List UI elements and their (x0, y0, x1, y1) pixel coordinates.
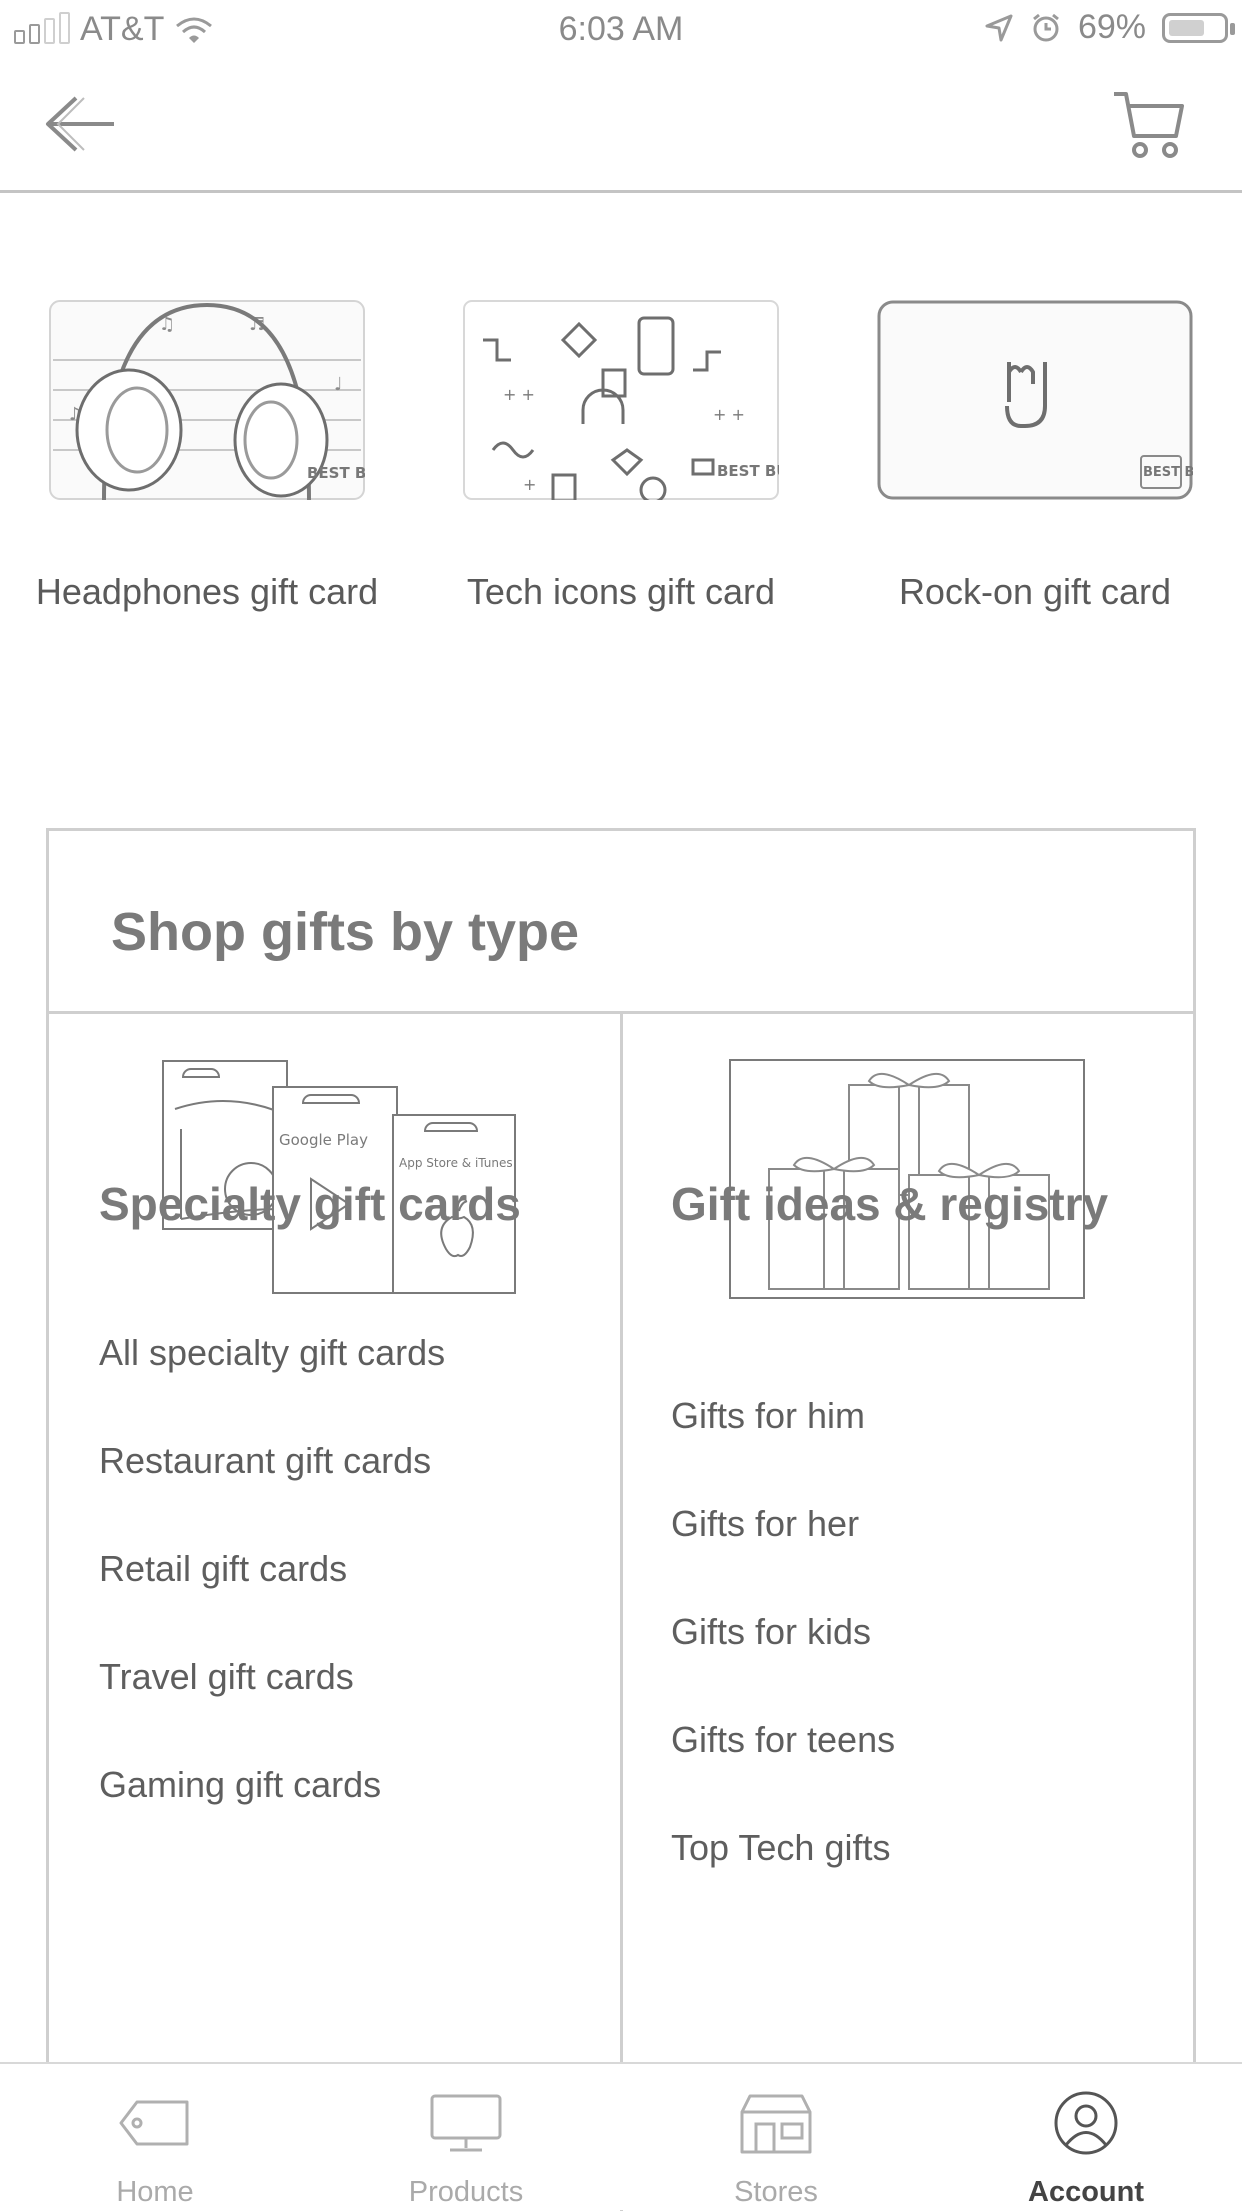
gift-ideas-registry-heading[interactable]: Gift ideas & registry (671, 1172, 1141, 1236)
link-gifts-for-her[interactable]: Gifts for her (671, 1503, 859, 1545)
tab-products[interactable]: Products (356, 2064, 576, 2210)
store-icon (740, 2094, 812, 2154)
tab-account[interactable]: Account (976, 2064, 1196, 2210)
account-icon (1054, 2091, 1118, 2155)
cart-button[interactable] (1110, 84, 1190, 164)
headphones-card-image: ♫ ♬ ♪ ♩ BEST BUY (49, 300, 365, 500)
battery-icon (1162, 12, 1235, 43)
svg-text:+ +: + + (503, 385, 535, 404)
link-gifts-for-kids[interactable]: Gifts for kids (671, 1611, 871, 1653)
tab-label: Account (1028, 2176, 1144, 2208)
gift-cards-row: ♫ ♬ ♪ ♩ BEST BUY Headphones gift card (0, 300, 1242, 680)
gift-card-label: Headphones gift card (35, 571, 379, 612)
back-button[interactable] (40, 84, 120, 164)
tab-label: Products (408, 2176, 524, 2208)
status-right: 69% (984, 8, 1235, 47)
app-store-card-text: App Store & iTunes (399, 1156, 513, 1170)
tab-label: Home (116, 2176, 194, 2208)
link-gaming-gift-cards[interactable]: Gaming gift cards (99, 1764, 381, 1806)
tab-home[interactable]: Home (45, 2064, 265, 2210)
link-gifts-for-him[interactable]: Gifts for him (671, 1395, 865, 1437)
bottom-tab-bar: Home Products Stores Account (0, 2062, 1242, 2210)
tech-icons-card-image: + + + + + BEST BUY (463, 300, 779, 500)
link-top-tech-gifts[interactable]: Top Tech gifts (671, 1827, 890, 1869)
specialty-gift-cards-column: Google Play App Store & iTunes Specialty… (49, 1014, 620, 2114)
tab-stores[interactable]: Stores (666, 2064, 886, 2210)
gift-ideas-registry-column: Gift ideas & registry Gifts for him Gift… (623, 1014, 1194, 2114)
arrow-left-icon (46, 96, 114, 152)
svg-text:+: + (523, 475, 536, 494)
link-travel-gift-cards[interactable]: Travel gift cards (99, 1656, 354, 1698)
svg-text:+ +: + + (713, 405, 745, 424)
cart-icon (1114, 92, 1184, 158)
tag-icon (119, 2100, 189, 2146)
tab-label: Stores (734, 2176, 818, 2208)
best-buy-logo: BEST BUY (307, 464, 365, 482)
specialty-gift-cards-heading[interactable]: Specialty gift cards (99, 1172, 521, 1236)
location-arrow-icon (985, 14, 1013, 41)
app-header (0, 62, 1242, 193)
gift-card-label: Tech icons gift card (466, 571, 776, 612)
alarm-icon (1033, 13, 1059, 41)
status-bar: AT&T 6:03 AM 69% (0, 0, 1242, 62)
best-buy-logo: BEST BUY (1143, 465, 1193, 480)
battery-percent: 69% (1077, 8, 1146, 46)
monitor-icon (430, 2094, 502, 2152)
link-gifts-for-teens[interactable]: Gifts for teens (671, 1719, 895, 1761)
gift-card-label: Rock-on gift card (898, 571, 1172, 612)
battery-fill (1169, 19, 1204, 36)
best-buy-logo: BEST BUY (717, 462, 779, 480)
rock-on-card-image: BEST BUY (877, 300, 1193, 500)
link-restaurant-gift-cards[interactable]: Restaurant gift cards (99, 1440, 431, 1482)
link-retail-gift-cards[interactable]: Retail gift cards (99, 1548, 347, 1590)
section-title: Shop gifts by type (111, 902, 580, 962)
shop-gifts-by-type-panel: Shop gifts by type Google Play App Store… (46, 828, 1196, 2211)
google-play-card-text: Google Play (279, 1131, 368, 1149)
link-all-specialty-gift-cards[interactable]: All specialty gift cards (99, 1332, 445, 1374)
svg-text:♩: ♩ (334, 374, 343, 395)
